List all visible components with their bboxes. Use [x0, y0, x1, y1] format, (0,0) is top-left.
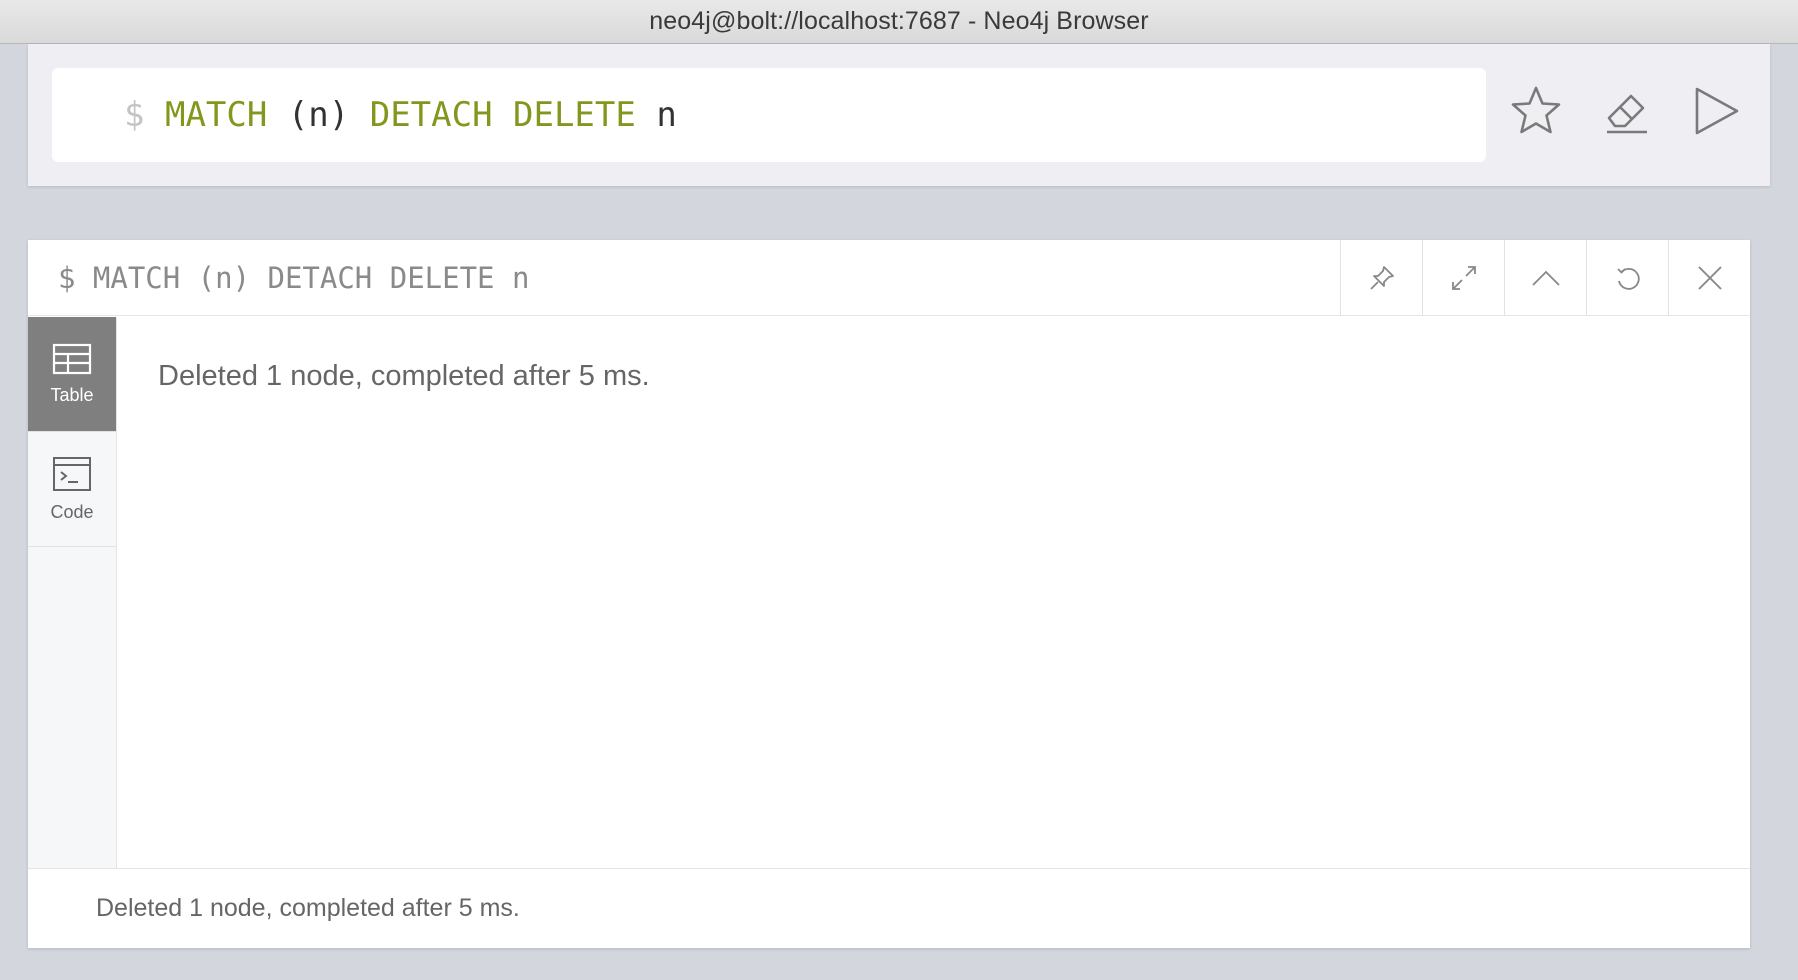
view-tabs: Table Code	[28, 317, 117, 868]
editor-actions	[1510, 84, 1742, 138]
play-icon	[1695, 87, 1739, 135]
window-titlebar: neo4j@bolt://localhost:7687 - Neo4j Brow…	[0, 0, 1798, 44]
frame-header: $ MATCH (n) DETACH DELETE n	[28, 240, 1750, 316]
favorite-button[interactable]	[1510, 84, 1562, 138]
query-node-pattern: (n)	[287, 95, 350, 135]
frame-controls	[1340, 240, 1750, 316]
collapse-frame-button[interactable]	[1504, 240, 1586, 316]
query-editor[interactable]: $ MATCH (n) DETACH DELETE n	[52, 68, 1486, 162]
run-query-button[interactable]	[1690, 84, 1742, 138]
editor-prompt: $	[124, 95, 145, 135]
star-icon	[1511, 86, 1561, 134]
rerun-button[interactable]	[1586, 240, 1668, 316]
close-frame-button[interactable]	[1668, 240, 1750, 316]
result-message: Deleted 1 node, completed after 5 ms.	[158, 360, 650, 392]
query-variable: n	[656, 95, 677, 135]
frame-status-bar: Deleted 1 node, completed after 5 ms.	[28, 868, 1750, 948]
frame-query-text[interactable]: $ MATCH (n) DETACH DELETE n	[58, 240, 529, 316]
chevron-up-icon	[1531, 270, 1560, 286]
tab-table[interactable]: Table	[28, 317, 116, 432]
status-message: Deleted 1 node, completed after 5 ms.	[96, 894, 520, 922]
clear-editor-button[interactable]	[1600, 84, 1652, 138]
tab-table-label: Table	[50, 384, 94, 405]
rerun-icon	[1616, 267, 1640, 290]
pin-frame-button[interactable]	[1340, 240, 1422, 316]
window-title: neo4j@bolt://localhost:7687 - Neo4j Brow…	[649, 7, 1149, 35]
expand-icon	[1451, 266, 1476, 290]
code-icon	[53, 456, 91, 491]
tab-code[interactable]: Code	[28, 432, 116, 547]
close-icon	[1697, 266, 1722, 290]
query-keyword-detach-delete: DETACH DELETE	[369, 95, 636, 135]
editor-panel: $ MATCH (n) DETACH DELETE n	[28, 44, 1770, 186]
result-frame: $ MATCH (n) DETACH DELETE n Table Code D…	[28, 240, 1750, 948]
eraser-icon	[1607, 94, 1647, 134]
pin-icon	[1369, 266, 1394, 290]
table-icon	[52, 343, 92, 374]
tab-code-label: Code	[50, 501, 94, 522]
query-keyword-match: MATCH	[164, 95, 268, 135]
fullscreen-button[interactable]	[1422, 240, 1504, 316]
